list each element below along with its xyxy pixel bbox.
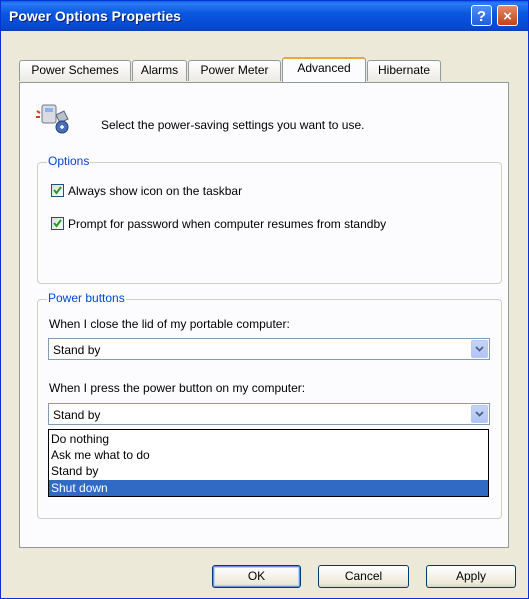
apply-button[interactable]: Apply: [426, 565, 516, 588]
chevron-down-icon[interactable]: [471, 340, 488, 358]
power-button-options-list: Do nothing Ask me what to do Stand by Sh…: [48, 429, 489, 497]
lid-action-value: Stand by: [53, 343, 101, 357]
close-button[interactable]: ×: [497, 5, 518, 26]
ok-button[interactable]: OK: [212, 565, 301, 588]
tab-advanced[interactable]: Advanced: [282, 57, 366, 82]
cancel-button[interactable]: Cancel: [318, 565, 409, 588]
options-group-label: Options: [47, 154, 91, 168]
power-options-icon: [36, 101, 76, 137]
help-button[interactable]: ?: [471, 5, 492, 26]
power-button-action-label: When I press the power button on my comp…: [49, 381, 306, 395]
power-button-action-dropdown[interactable]: Stand by: [48, 403, 490, 425]
chevron-down-icon[interactable]: [471, 405, 488, 423]
option-stand-by[interactable]: Stand by: [49, 463, 488, 479]
power-button-action-value: Stand by: [53, 408, 101, 422]
tab-alarms[interactable]: Alarms: [132, 60, 187, 81]
always-show-icon-checkbox[interactable]: [51, 184, 64, 197]
header-instruction: Select the power-saving settings you wan…: [101, 118, 365, 132]
prompt-password-label: Prompt for password when computer resume…: [68, 217, 387, 231]
power-options-dialog: Power Options Properties ? × Power Schem…: [0, 0, 529, 599]
tab-hibernate[interactable]: Hibernate: [367, 60, 441, 81]
always-show-icon-label: Always show icon on the taskbar: [68, 184, 243, 198]
option-do-nothing[interactable]: Do nothing: [49, 431, 488, 447]
option-ask-me[interactable]: Ask me what to do: [49, 447, 488, 463]
window-title: Power Options Properties: [9, 8, 181, 24]
lid-action-label: When I close the lid of my portable comp…: [49, 317, 290, 331]
option-shut-down[interactable]: Shut down: [49, 480, 488, 496]
prompt-password-checkbox[interactable]: [51, 217, 64, 230]
tab-power-meter[interactable]: Power Meter: [188, 60, 281, 81]
lid-action-dropdown[interactable]: Stand by: [48, 338, 490, 360]
power-buttons-group-label: Power buttons: [47, 291, 126, 305]
tab-power-schemes[interactable]: Power Schemes: [19, 60, 131, 81]
title-bar[interactable]: Power Options Properties ? ×: [1, 1, 528, 31]
